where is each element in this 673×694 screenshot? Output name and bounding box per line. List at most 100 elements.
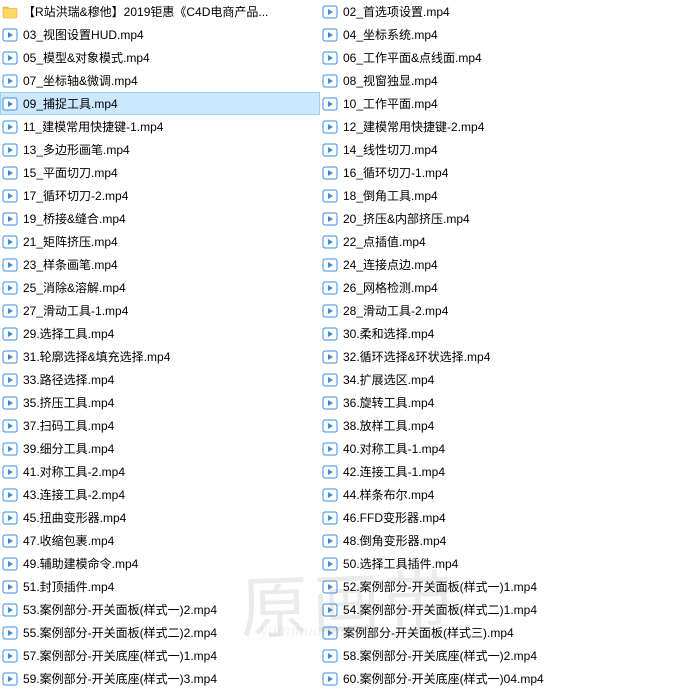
file-item[interactable]: 31.轮廓选择&填充选择.mp4 [0,345,320,368]
file-item[interactable]: 10_工作平面.mp4 [320,92,640,115]
video-file-icon [322,602,338,618]
file-item[interactable]: 05_模型&对象模式.mp4 [0,46,320,69]
file-item[interactable]: 29.选择工具.mp4 [0,322,320,345]
video-file-icon [322,671,338,687]
file-item[interactable]: 50.选择工具插件.mp4 [320,552,640,575]
video-file-icon [2,671,18,687]
file-name-label: 51.封顶插件.mp4 [23,576,114,598]
file-item[interactable]: 27_滑动工具-1.mp4 [0,299,320,322]
file-name-label: 19_桥接&缝合.mp4 [23,208,126,230]
file-item[interactable]: 43.连接工具-2.mp4 [0,483,320,506]
file-item[interactable]: 34.扩展选区.mp4 [320,368,640,391]
file-item[interactable]: 11_建模常用快捷键-1.mp4 [0,115,320,138]
file-item[interactable]: 37.扫码工具.mp4 [0,414,320,437]
file-item[interactable]: 28_滑动工具-2.mp4 [320,299,640,322]
file-item[interactable]: 24_连接点边.mp4 [320,253,640,276]
file-item[interactable]: 【R站洪瑞&穆他】2019钜惠《C4D电商产品... [0,0,320,23]
file-item[interactable]: 42.连接工具-1.mp4 [320,460,640,483]
file-item[interactable]: 51.封顶插件.mp4 [0,575,320,598]
file-item[interactable]: 53.案例部分-开关面板(样式一)2.mp4 [0,598,320,621]
file-item[interactable]: 26_网格检测.mp4 [320,276,640,299]
file-name-label: 37.扫码工具.mp4 [23,415,114,437]
file-item[interactable]: 16_循环切刀-1.mp4 [320,161,640,184]
file-item[interactable]: 19_桥接&缝合.mp4 [0,207,320,230]
file-item[interactable]: 47.收缩包裹.mp4 [0,529,320,552]
file-item[interactable]: 17_循环切刀-2.mp4 [0,184,320,207]
file-name-label: 27_滑动工具-1.mp4 [23,300,128,322]
file-item[interactable]: 22_点插值.mp4 [320,230,640,253]
file-item[interactable]: 25_消除&溶解.mp4 [0,276,320,299]
file-item[interactable]: 15_平面切刀.mp4 [0,161,320,184]
video-file-icon [2,142,18,158]
file-item[interactable]: 45.扭曲变形器.mp4 [0,506,320,529]
video-file-icon [2,73,18,89]
file-item[interactable]: 48.倒角变形器.mp4 [320,529,640,552]
folder-icon [2,4,18,20]
file-item[interactable]: 07_坐标轴&微调.mp4 [0,69,320,92]
file-item[interactable]: 52.案例部分-开关面板(样式一)1.mp4 [320,575,640,598]
video-file-icon [2,510,18,526]
file-item[interactable]: 12_建模常用快捷键-2.mp4 [320,115,640,138]
video-file-icon [322,4,338,20]
file-item[interactable]: 41.对称工具-2.mp4 [0,460,320,483]
file-item[interactable]: 02_首选项设置.mp4 [320,0,640,23]
file-name-label: 58.案例部分-开关底座(样式一)2.mp4 [343,645,537,667]
file-item[interactable]: 20_挤压&内部挤压.mp4 [320,207,640,230]
video-file-icon [322,349,338,365]
file-name-label: 18_倒角工具.mp4 [343,185,438,207]
video-file-icon [2,349,18,365]
video-file-icon [2,234,18,250]
file-name-label: 31.轮廓选择&填充选择.mp4 [23,346,170,368]
file-item[interactable]: 38.放样工具.mp4 [320,414,640,437]
file-name-label: 【R站洪瑞&穆他】2019钜惠《C4D电商产品... [23,1,268,23]
file-item[interactable]: 35.挤压工具.mp4 [0,391,320,414]
file-item[interactable]: 44.样条布尔.mp4 [320,483,640,506]
file-item[interactable]: 21_矩阵挤压.mp4 [0,230,320,253]
file-item[interactable]: 36.旋转工具.mp4 [320,391,640,414]
file-name-label: 22_点插值.mp4 [343,231,426,253]
file-item[interactable]: 30.柔和选择.mp4 [320,322,640,345]
file-name-label: 32.循环选择&环状选择.mp4 [343,346,490,368]
video-file-icon [2,326,18,342]
video-file-icon [322,579,338,595]
file-name-label: 16_循环切刀-1.mp4 [343,162,448,184]
file-item[interactable]: 55.案例部分-开关面板(样式二)2.mp4 [0,621,320,644]
file-item[interactable]: 40.对称工具-1.mp4 [320,437,640,460]
file-item[interactable]: 08_视窗独显.mp4 [320,69,640,92]
file-name-label: 08_视窗独显.mp4 [343,70,438,92]
file-name-label: 13_多边形画笔.mp4 [23,139,130,161]
file-name-label: 05_模型&对象模式.mp4 [23,47,150,69]
file-name-label: 案例部分-开关面板(样式三).mp4 [343,622,514,644]
file-name-label: 54.案例部分-开关面板(样式二)1.mp4 [343,599,537,621]
file-name-label: 43.连接工具-2.mp4 [23,484,125,506]
video-file-icon [2,96,18,112]
file-item[interactable]: 23_样条画笔.mp4 [0,253,320,276]
file-item[interactable]: 33.路径选择.mp4 [0,368,320,391]
file-item[interactable]: 14_线性切刀.mp4 [320,138,640,161]
video-file-icon [322,510,338,526]
file-item[interactable]: 58.案例部分-开关底座(样式一)2.mp4 [320,644,640,667]
file-name-label: 49.辅助建模命令.mp4 [23,553,138,575]
file-item[interactable]: 案例部分-开关面板(样式三).mp4 [320,621,640,644]
file-item[interactable]: 09_捕捉工具.mp4 [0,92,320,115]
file-item[interactable]: 60.案例部分-开关底座(样式一)04.mp4 [320,667,640,690]
file-item[interactable]: 18_倒角工具.mp4 [320,184,640,207]
file-item[interactable]: 49.辅助建模命令.mp4 [0,552,320,575]
file-item[interactable]: 03_视图设置HUD.mp4 [0,23,320,46]
file-name-label: 17_循环切刀-2.mp4 [23,185,128,207]
file-name-label: 23_样条画笔.mp4 [23,254,118,276]
file-item[interactable]: 54.案例部分-开关面板(样式二)1.mp4 [320,598,640,621]
file-name-label: 15_平面切刀.mp4 [23,162,118,184]
video-file-icon [322,372,338,388]
file-item[interactable]: 06_工作平面&点线面.mp4 [320,46,640,69]
file-name-label: 38.放样工具.mp4 [343,415,434,437]
file-item[interactable]: 46.FFD变形器.mp4 [320,506,640,529]
video-file-icon [322,257,338,273]
file-item[interactable]: 57.案例部分-开关底座(样式一)1.mp4 [0,644,320,667]
file-item[interactable]: 32.循环选择&环状选择.mp4 [320,345,640,368]
video-file-icon [2,188,18,204]
file-item[interactable]: 59.案例部分-开关底座(样式一)3.mp4 [0,667,320,690]
file-item[interactable]: 04_坐标系统.mp4 [320,23,640,46]
file-item[interactable]: 39.细分工具.mp4 [0,437,320,460]
file-item[interactable]: 13_多边形画笔.mp4 [0,138,320,161]
